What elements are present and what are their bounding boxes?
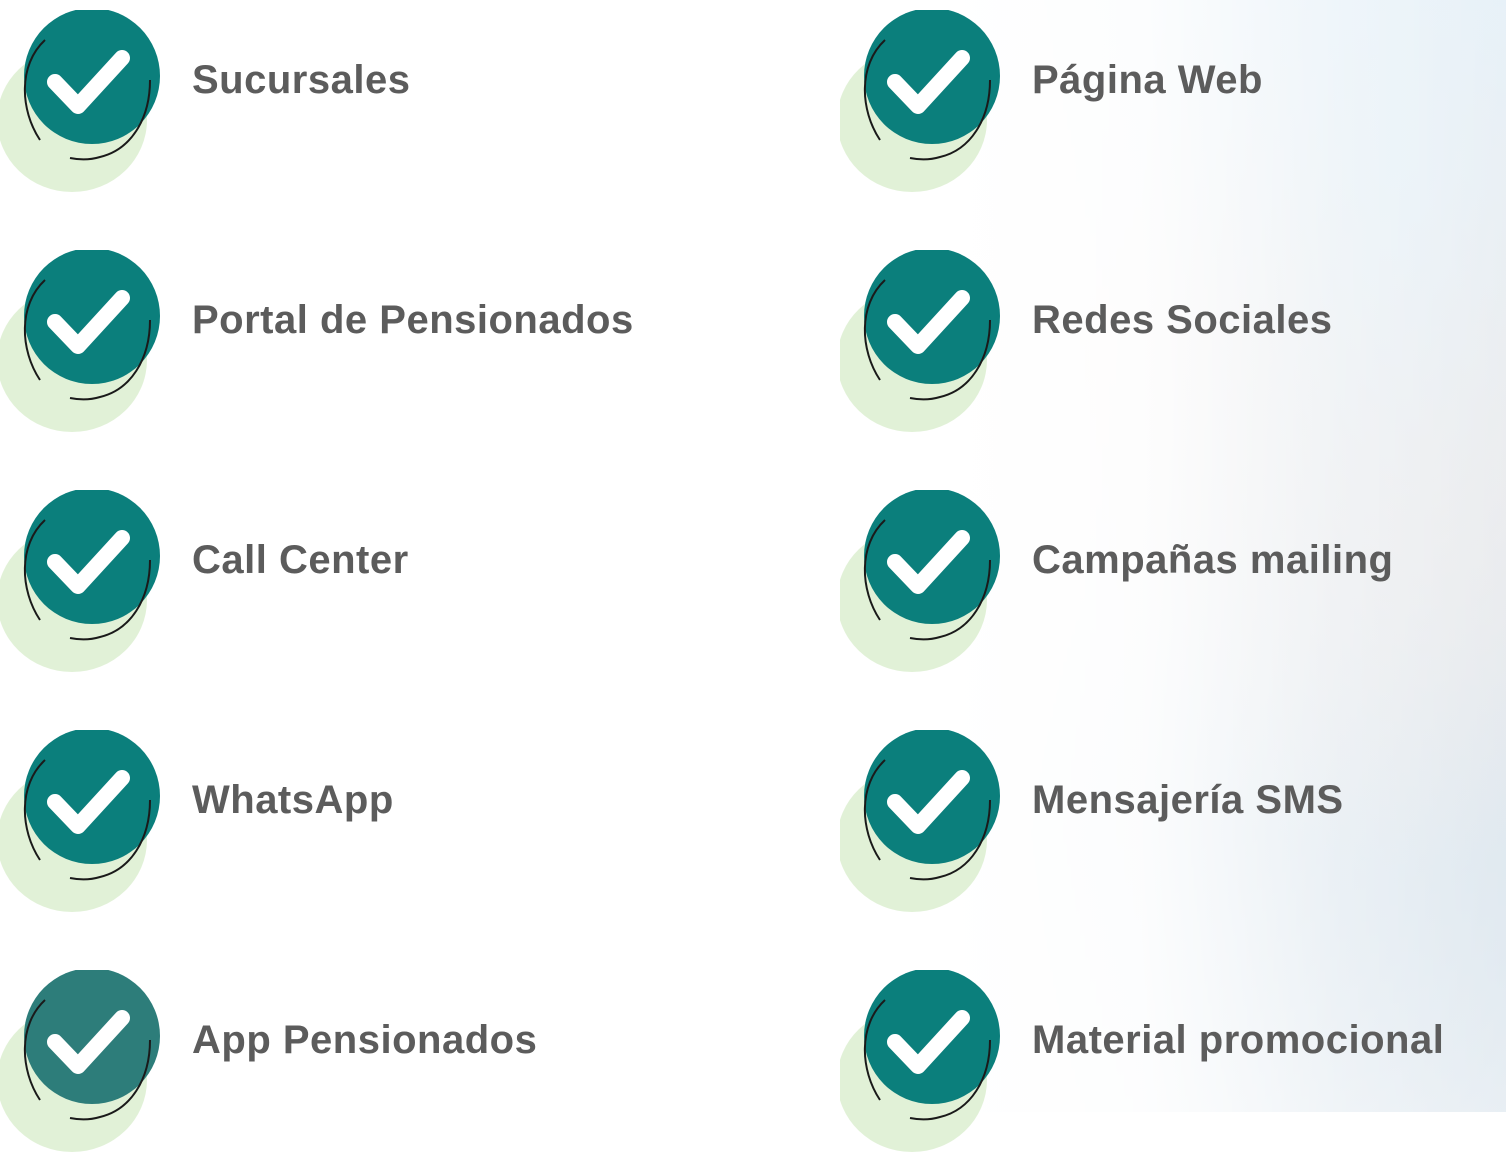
item-label: Sucursales [192, 58, 411, 102]
check-circle-icon [0, 250, 170, 440]
check-circle-icon [0, 970, 170, 1160]
check-circle-icon [840, 490, 1010, 680]
check-circle-icon [840, 970, 1010, 1160]
channel-list: Sucursales Portal de Pensionados Call Ce [0, 0, 1506, 1152]
check-circle-icon [840, 10, 1010, 200]
check-circle-icon [840, 250, 1010, 440]
item-label: Página Web [1032, 58, 1263, 102]
check-circle-icon [840, 730, 1010, 920]
item-label: Material promocional [1032, 1018, 1445, 1062]
item-label: Portal de Pensionados [192, 298, 634, 342]
item-label: Campañas mailing [1032, 538, 1394, 582]
check-circle-icon [0, 10, 170, 200]
item-label: Redes Sociales [1032, 298, 1333, 342]
item-label: Mensajería SMS [1032, 778, 1344, 822]
item-label: WhatsApp [192, 778, 394, 822]
check-circle-icon [0, 730, 170, 920]
check-circle-icon [0, 490, 170, 680]
item-label: Call Center [192, 538, 409, 582]
item-label: App Pensionados [192, 1018, 538, 1062]
